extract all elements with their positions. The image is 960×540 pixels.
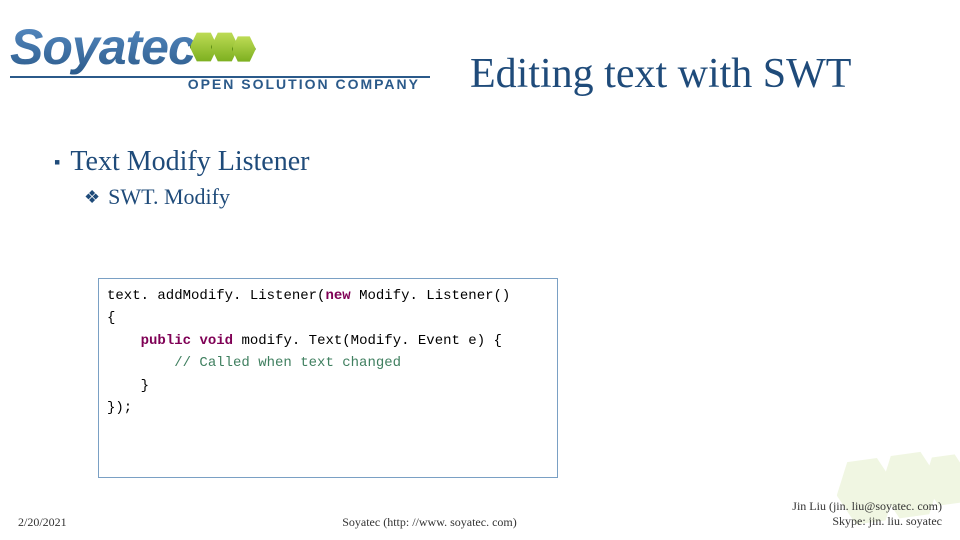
footer-company: Soyatec (http: //www. soyatec. com) (67, 515, 793, 530)
slide-title: Editing text with SWT (470, 50, 851, 98)
slide-footer: 2/20/2021 Soyatec (http: //www. soyatec.… (0, 499, 960, 530)
footer-skype: Skype: jin. liu. soyatec (792, 514, 942, 530)
diamond-bullet-icon: ❖ (84, 188, 100, 206)
footer-email: Jin Liu (jin. liu@soyatec. com) (792, 499, 942, 515)
bullet-text: Text Modify Listener (70, 146, 309, 178)
bullet-list: ▪ Text Modify Listener ❖ SWT. Modify (54, 146, 309, 210)
company-logo: Soyatec OPEN SOLUTION COMPANY (10, 18, 430, 92)
logo-tagline: OPEN SOLUTION COMPANY (10, 76, 420, 92)
footer-date: 2/20/2021 (18, 515, 67, 530)
subbullet-text: SWT. Modify (108, 184, 230, 210)
code-snippet: text. addModify. Listener(new Modify. Li… (98, 278, 558, 478)
square-bullet-icon: ▪ (54, 153, 60, 171)
logo-hex-icon (197, 31, 256, 63)
logo-name: Soyatec (10, 18, 195, 76)
